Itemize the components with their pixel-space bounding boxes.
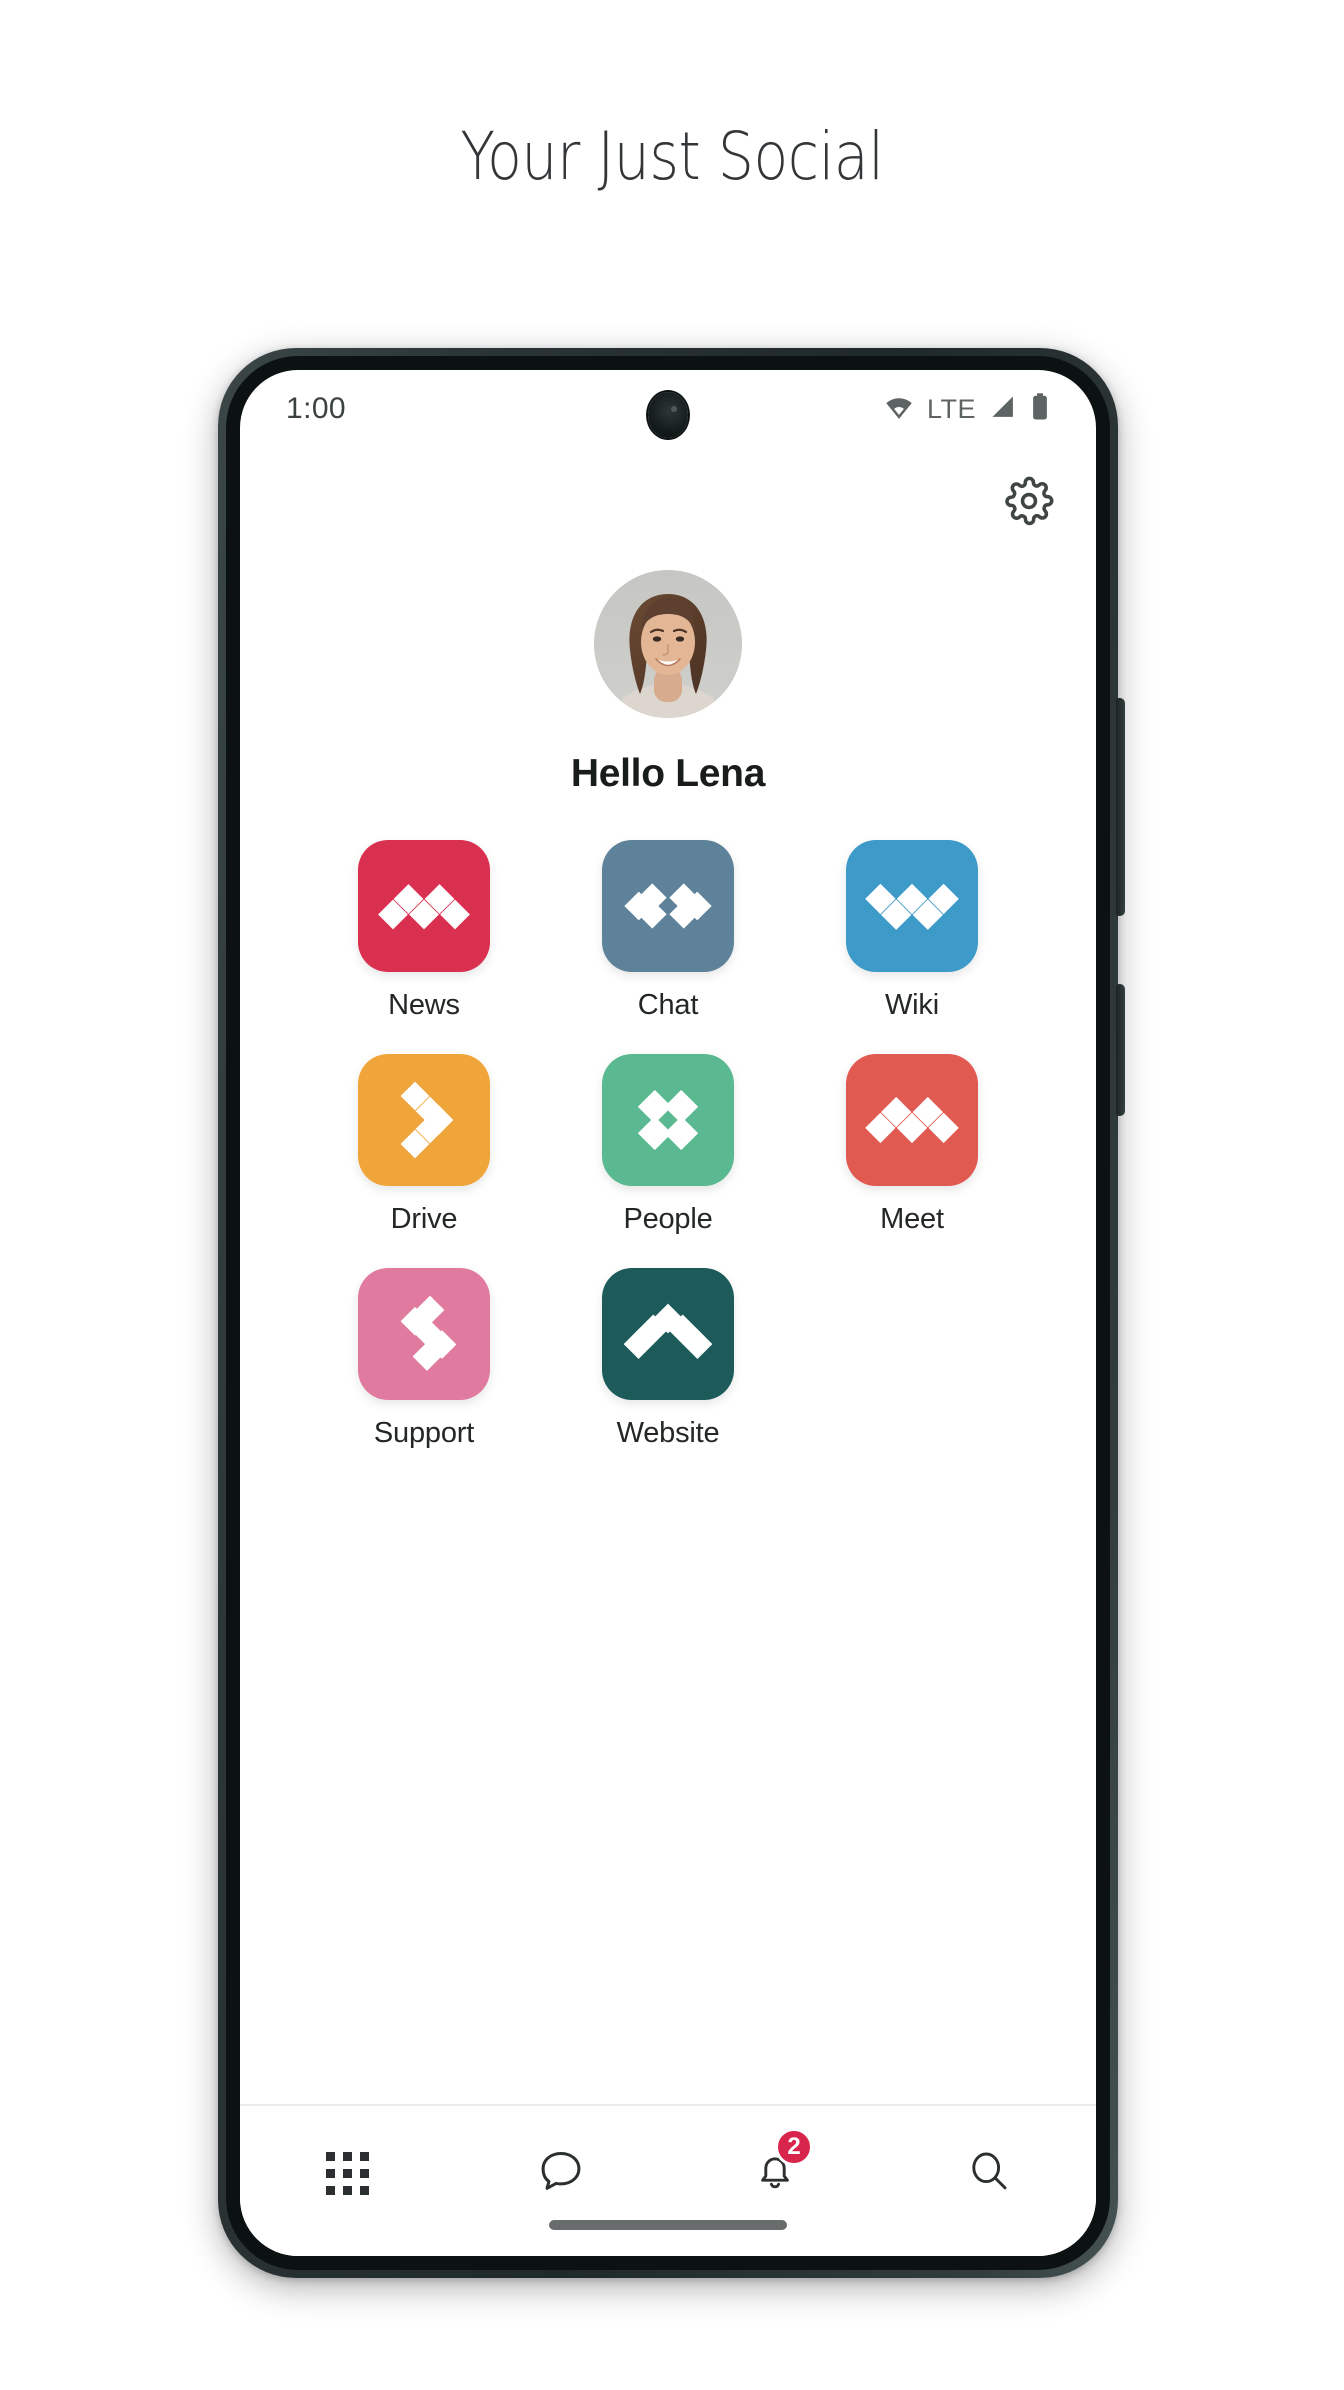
app-cell-chat[interactable]: Chat [546, 840, 790, 1022]
profile-section: Hello Lena [240, 570, 1096, 796]
bottom-navigation: 2 [240, 2104, 1096, 2256]
settings-button[interactable] [1000, 474, 1058, 532]
app-label: People [623, 1203, 713, 1235]
nav-item-search[interactable] [947, 2140, 1031, 2206]
app-grid: News Chat Wiki Drive People Meet Support Websit… [240, 840, 1096, 1450]
gear-icon[interactable] [1004, 476, 1054, 531]
website-app-icon[interactable] [602, 1268, 734, 1400]
greeting-text: Hello Lena [570, 752, 766, 795]
app-label: Wiki [885, 989, 939, 1021]
meet-app-icon[interactable] [846, 1054, 978, 1186]
status-time: 1:00 [286, 392, 346, 425]
avatar-photo [594, 570, 742, 718]
support-app-icon[interactable] [358, 1268, 490, 1400]
punch-hole-camera [648, 392, 688, 438]
app-label: Drive [390, 1203, 458, 1235]
app-label: Website [616, 1417, 720, 1449]
volume-button[interactable] [1116, 698, 1125, 916]
app-label: News [388, 989, 460, 1021]
network-label: LTE [926, 393, 976, 424]
battery-icon [1030, 392, 1050, 427]
news-app-icon[interactable] [358, 840, 490, 972]
drive-app-icon[interactable] [358, 1054, 490, 1186]
app-cell-drive[interactable]: Drive [302, 1054, 546, 1236]
nav-item-notifications[interactable]: 2 [733, 2128, 817, 2206]
app-cell-support[interactable]: Support [302, 1268, 546, 1450]
page-root: Your Just Social 1:00 LTE Hello Lena New… [0, 0, 1344, 2390]
power-button[interactable] [1116, 984, 1125, 1116]
phone-device-frame: 1:00 LTE Hello Lena News Chat Wiki Drive… [218, 348, 1125, 2278]
app-label: Chat [637, 989, 699, 1021]
nav-item-chat[interactable] [519, 2140, 603, 2206]
chat-app-icon[interactable] [602, 840, 734, 972]
avatar[interactable] [594, 570, 742, 718]
phone-screen: 1:00 LTE Hello Lena News Chat Wiki Drive… [240, 370, 1096, 2256]
notification-badge: 2 [775, 2128, 813, 2166]
nav-item-apps[interactable] [305, 2140, 389, 2206]
wiki-app-icon[interactable] [846, 840, 978, 972]
home-indicator [549, 2220, 787, 2230]
grid-icon[interactable] [325, 2151, 369, 2195]
people-app-icon[interactable] [602, 1054, 734, 1186]
signal-icon [989, 393, 1017, 426]
wifi-icon [884, 392, 914, 427]
app-label: Meet [880, 1203, 944, 1235]
app-cell-wiki[interactable]: Wiki [790, 840, 1034, 1022]
app-label: Support [373, 1417, 475, 1449]
app-cell-meet[interactable]: Meet [790, 1054, 1034, 1236]
status-indicators: LTE [884, 392, 1050, 427]
search-icon[interactable] [965, 2147, 1013, 2200]
app-cell-website[interactable]: Website [546, 1268, 790, 1450]
app-cell-news[interactable]: News [302, 840, 546, 1022]
page-title: Your Just Social [460, 118, 884, 195]
app-cell-people[interactable]: People [546, 1054, 790, 1236]
chat-bubble-icon[interactable] [536, 2146, 586, 2201]
